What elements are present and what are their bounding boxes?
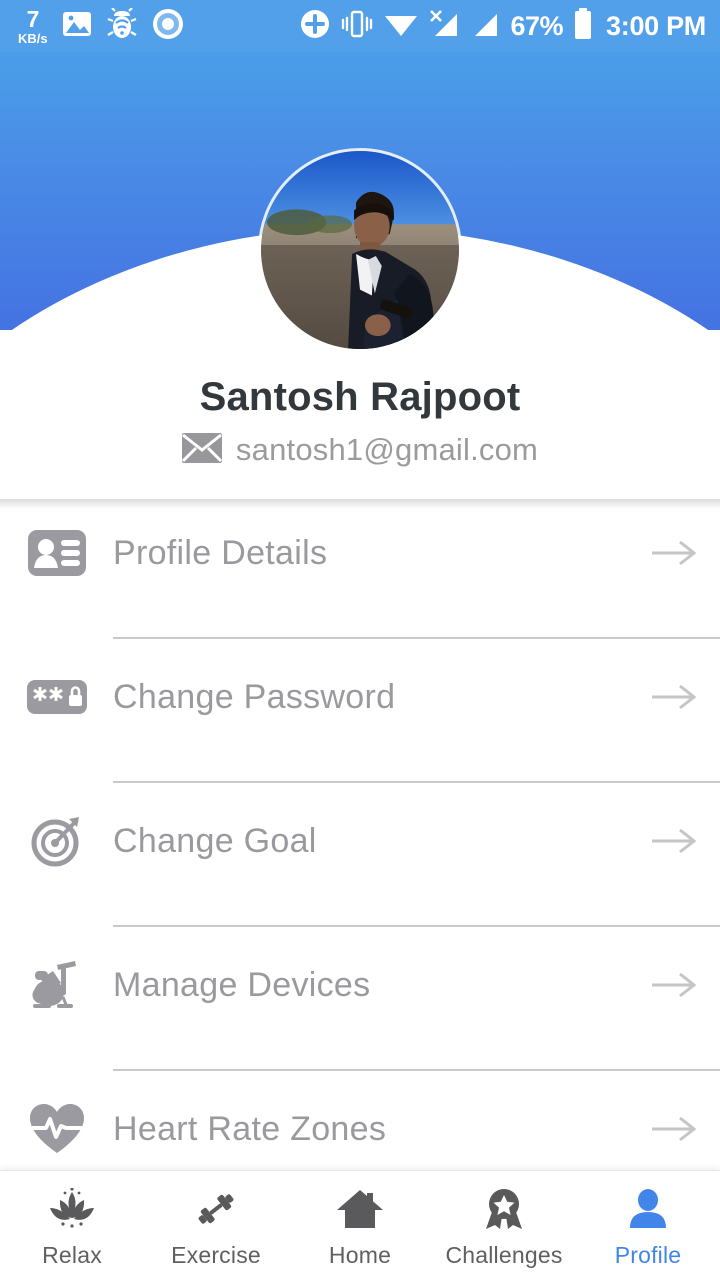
status-bar: 7 KB/s 67% 3:00 PM xyxy=(0,0,720,52)
list-item-heart-rate-zones[interactable]: Heart Rate Zones xyxy=(0,1085,720,1171)
target-arrow-icon xyxy=(0,797,113,885)
avatar[interactable] xyxy=(258,148,462,352)
clock-time: 3:00 PM xyxy=(606,10,706,41)
arrow-right-icon[interactable] xyxy=(628,682,720,712)
password-lock-icon xyxy=(0,653,113,741)
record-circle-icon xyxy=(152,8,184,45)
list-separator xyxy=(113,1069,720,1071)
lotus-icon xyxy=(48,1187,96,1235)
person-icon xyxy=(624,1188,672,1235)
email-row: santosh1@gmail.com xyxy=(0,432,720,468)
email-value: santosh1@gmail.com xyxy=(235,432,539,467)
list-item-change-goal[interactable]: Change Goal xyxy=(0,797,720,941)
nav-item-exercise[interactable]: Exercise xyxy=(144,1171,288,1280)
arrow-right-icon[interactable] xyxy=(628,538,720,568)
nav-label: Profile xyxy=(614,1242,682,1268)
nav-item-home[interactable]: Home xyxy=(288,1171,432,1280)
list-item-label: Heart Rate Zones xyxy=(113,1109,387,1148)
arrow-right-icon[interactable] xyxy=(628,970,720,1000)
nav-item-challenges[interactable]: Challenges xyxy=(432,1171,576,1280)
profile-summary-card: Santosh Rajpoot santosh1@gmail.com xyxy=(0,0,720,500)
avatar-photo xyxy=(261,151,459,349)
vibrate-icon xyxy=(341,9,373,44)
contact-card-icon xyxy=(0,509,113,597)
list-separator xyxy=(113,781,720,783)
nav-label: Exercise xyxy=(171,1242,261,1268)
list-separator xyxy=(113,637,720,639)
list-separator xyxy=(113,925,720,927)
nav-item-relax[interactable]: Relax xyxy=(0,1171,144,1280)
battery-icon xyxy=(574,7,592,45)
photo-icon xyxy=(62,9,92,44)
network-speed-value: 7 xyxy=(26,5,40,32)
plus-circle-icon xyxy=(300,9,330,44)
list-item-profile-details[interactable]: Profile Details xyxy=(0,509,720,653)
award-icon xyxy=(480,1188,528,1235)
network-speed-unit: KB/s xyxy=(18,30,48,46)
page-title: Santosh Rajpoot xyxy=(199,375,521,419)
bottom-navigation-bar: Relax Exercise Home Challenges Profile xyxy=(0,1170,720,1280)
house-icon xyxy=(336,1188,384,1235)
nav-label: Relax xyxy=(42,1242,102,1268)
section-divider xyxy=(0,499,720,509)
nav-item-profile[interactable]: Profile xyxy=(576,1171,720,1280)
nav-label: Home xyxy=(328,1242,392,1268)
no-sim-signal-icon xyxy=(429,9,459,44)
wifi-icon xyxy=(384,10,418,43)
list-item-label: Profile Details xyxy=(113,533,328,572)
bug-wifi-icon xyxy=(106,6,138,45)
arrow-right-icon[interactable] xyxy=(628,826,720,856)
list-item-manage-devices[interactable]: Manage Devices xyxy=(0,941,720,1085)
envelope-icon xyxy=(181,432,222,468)
network-speed-indicator: 7 KB/s xyxy=(18,5,48,46)
nav-label: Challenges xyxy=(445,1242,563,1268)
settings-list: Profile Details Change Password Change G… xyxy=(0,509,720,1171)
list-item-label: Change Goal xyxy=(113,821,317,860)
list-item-label: Change Password xyxy=(113,677,396,716)
exercise-bike-icon xyxy=(0,941,113,1029)
list-item-change-password[interactable]: Change Password xyxy=(0,653,720,797)
dumbbell-icon xyxy=(192,1188,240,1235)
battery-percent: 67% xyxy=(510,10,564,41)
arrow-right-icon[interactable] xyxy=(628,1114,720,1144)
heart-pulse-icon xyxy=(0,1085,113,1171)
signal-bars-icon xyxy=(470,9,500,44)
list-item-label: Manage Devices xyxy=(113,965,371,1004)
